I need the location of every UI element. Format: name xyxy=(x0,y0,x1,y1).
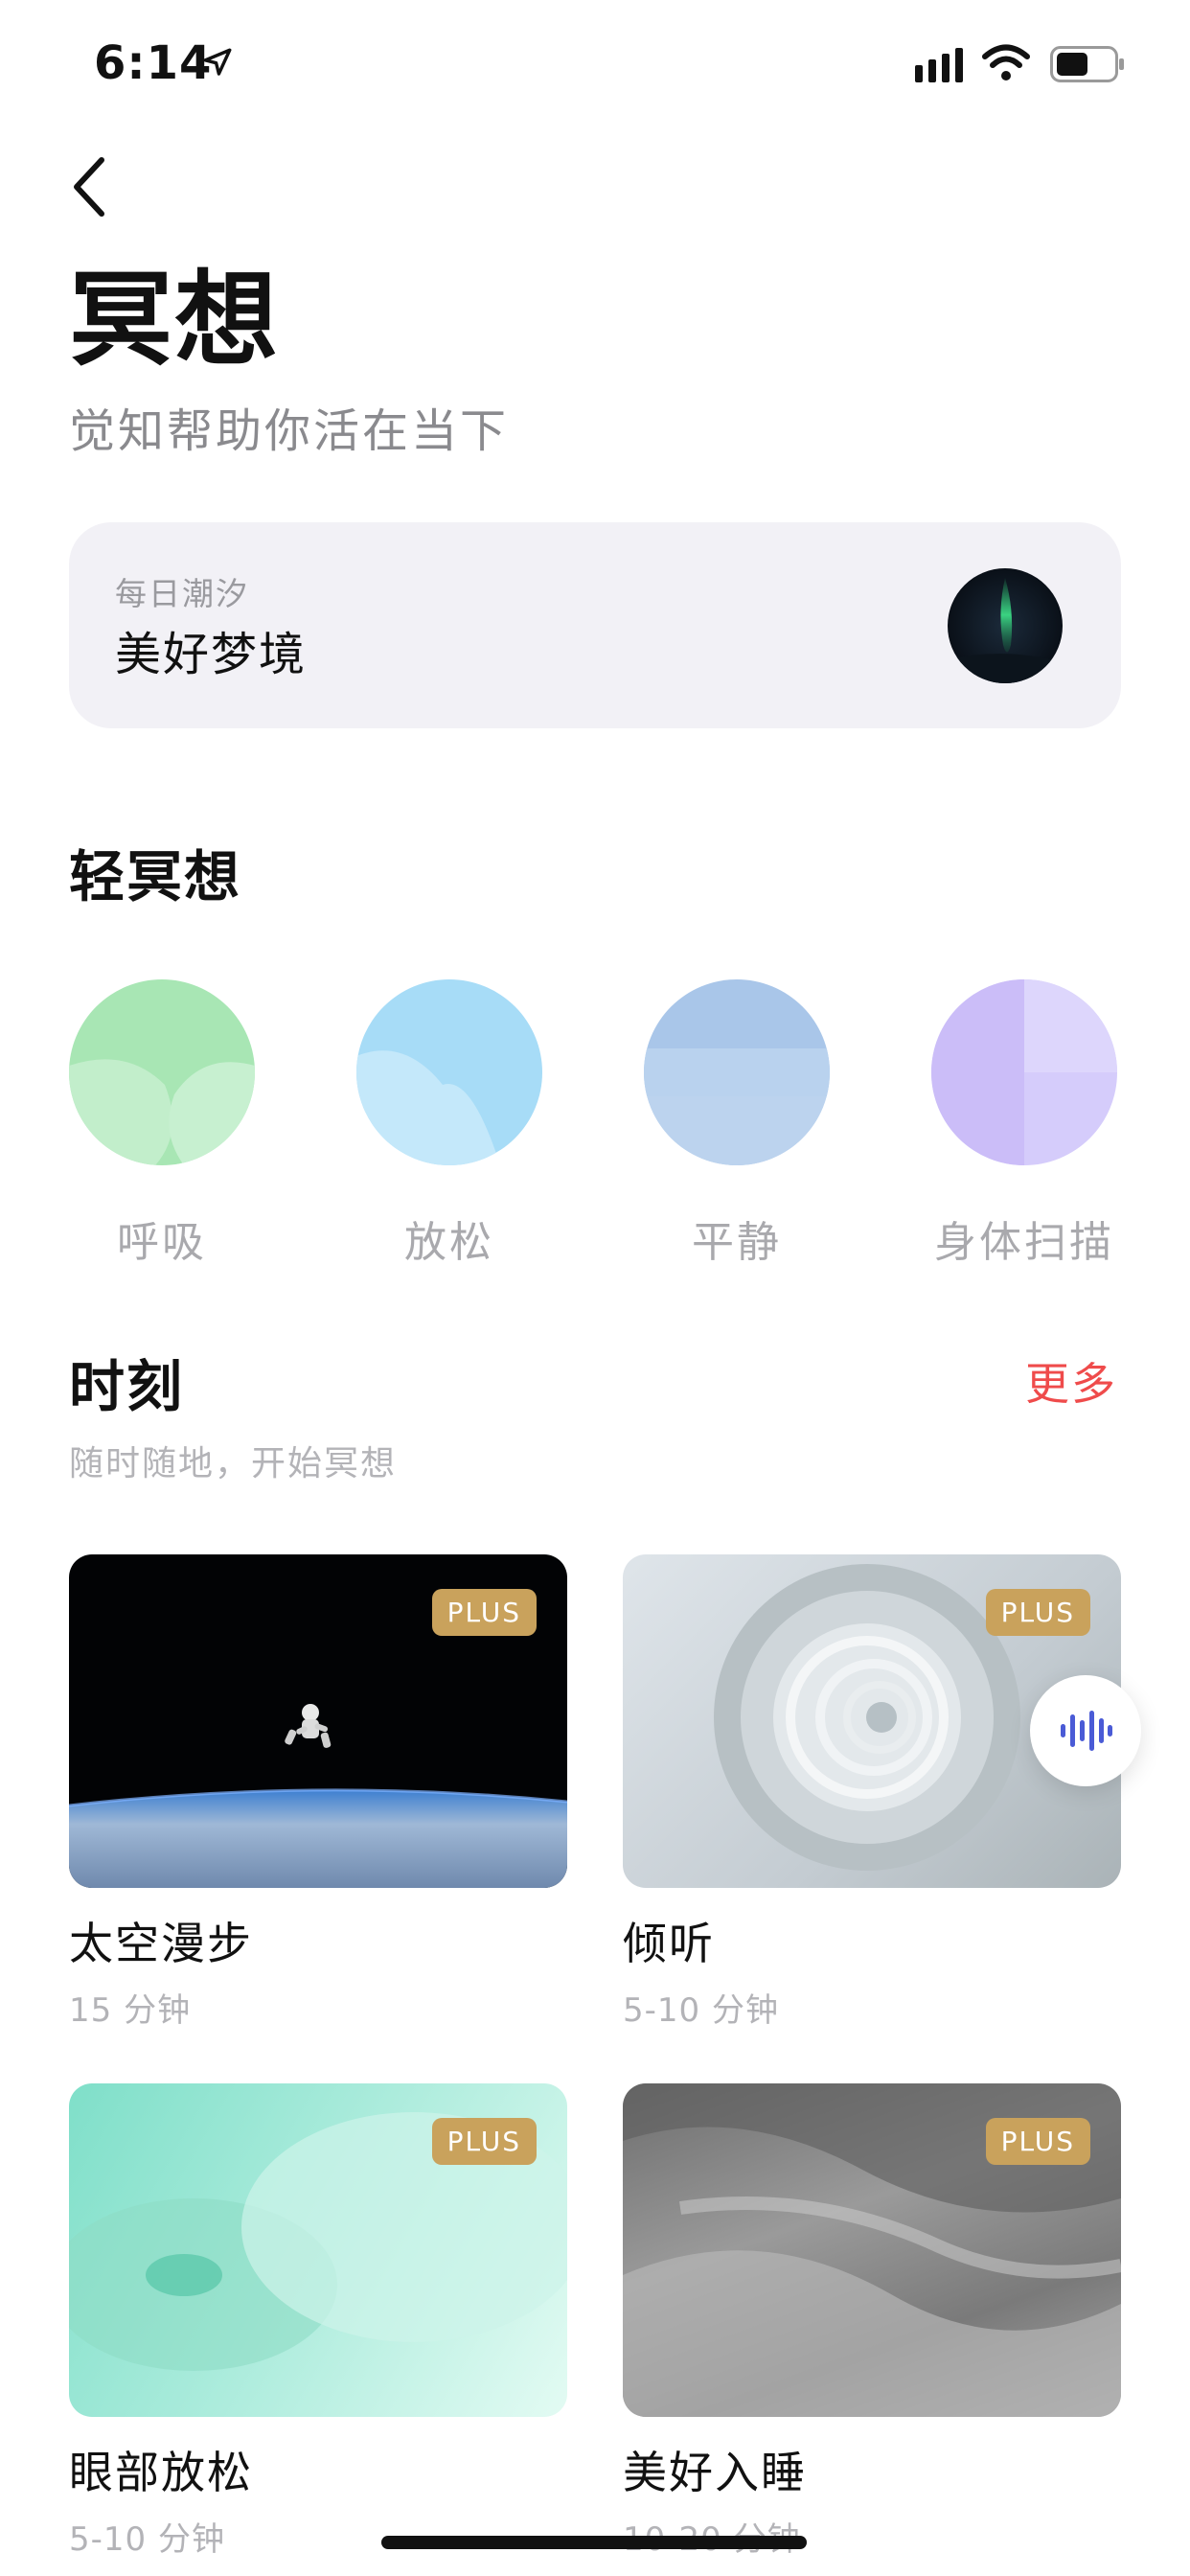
light-meditation-breath[interactable]: 呼吸 xyxy=(69,979,255,1269)
calm-circle-icon xyxy=(644,979,830,1165)
good-sleep-image: PLUS xyxy=(623,2083,1121,2417)
card-title: 太空漫步 xyxy=(69,1918,253,1969)
moments-subtitle: 随时随地，开始冥想 xyxy=(69,1444,398,1484)
daily-tide-title: 美好梦境 xyxy=(115,628,308,681)
light-meditation-body-scan[interactable]: 身体扫描 xyxy=(931,979,1117,1269)
light-meditation-relax[interactable]: 放松 xyxy=(356,979,542,1269)
page-subtitle: 觉知帮助你活在当下 xyxy=(69,404,510,458)
aurora-thumbnail xyxy=(948,568,1063,683)
location-arrow-icon xyxy=(203,48,232,76)
moment-card-listen[interactable]: PLUS 倾听 5-10 分钟 xyxy=(623,1554,1121,2031)
status-bar: 6:14 xyxy=(0,0,1190,126)
moment-card-eye-relax[interactable]: PLUS 眼部放松 5-10 分钟 xyxy=(69,2083,567,2560)
card-title: 倾听 xyxy=(623,1918,715,1969)
wifi-icon xyxy=(982,44,1030,80)
page-title: 冥想 xyxy=(69,261,281,380)
home-indicator xyxy=(381,2536,807,2549)
signal-icon xyxy=(915,48,963,82)
light-meditation-title: 轻冥想 xyxy=(69,844,242,909)
daily-tide-label: 每日潮汐 xyxy=(115,575,249,612)
relax-circle-icon xyxy=(356,979,542,1165)
card-duration: 5-10 分钟 xyxy=(623,1991,779,2030)
daily-tide-card[interactable]: 每日潮汐 美好梦境 xyxy=(69,522,1121,728)
body-scan-circle-icon xyxy=(931,979,1117,1165)
light-meditation-label: 身体扫描 xyxy=(934,1218,1114,1267)
light-meditation-label: 呼吸 xyxy=(117,1218,207,1267)
card-title: 美好入睡 xyxy=(623,2447,807,2498)
eye-relax-image: PLUS xyxy=(69,2083,567,2417)
moments-title: 时刻 xyxy=(69,1354,185,1419)
back-chevron-icon xyxy=(74,157,104,217)
plus-badge: PLUS xyxy=(431,1589,537,1636)
plus-badge: PLUS xyxy=(985,1589,1090,1636)
light-meditation-label: 平静 xyxy=(692,1218,782,1267)
plus-badge: PLUS xyxy=(985,2118,1090,2165)
moment-card-space-walk[interactable]: PLUS 太空漫步 15 分钟 xyxy=(69,1554,567,2031)
more-link[interactable]: 更多 xyxy=(1025,1349,1117,1413)
card-title: 眼部放松 xyxy=(69,2447,253,2498)
breath-circle-icon xyxy=(69,979,255,1165)
voice-button[interactable] xyxy=(1030,1675,1141,1786)
card-duration: 15 分钟 xyxy=(69,1991,192,2030)
space-walk-image: PLUS xyxy=(69,1554,567,1888)
back-button[interactable] xyxy=(57,153,119,220)
voice-wave-icon xyxy=(1061,1711,1112,1751)
plus-badge: PLUS xyxy=(431,2118,537,2165)
status-time: 6:14 xyxy=(94,36,213,90)
battery-icon xyxy=(1050,46,1124,82)
light-meditation-calm[interactable]: 平静 xyxy=(644,979,830,1269)
light-meditation-label: 放松 xyxy=(404,1218,494,1267)
moment-card-good-sleep[interactable]: PLUS 美好入睡 10-20 分钟 xyxy=(623,2083,1121,2560)
